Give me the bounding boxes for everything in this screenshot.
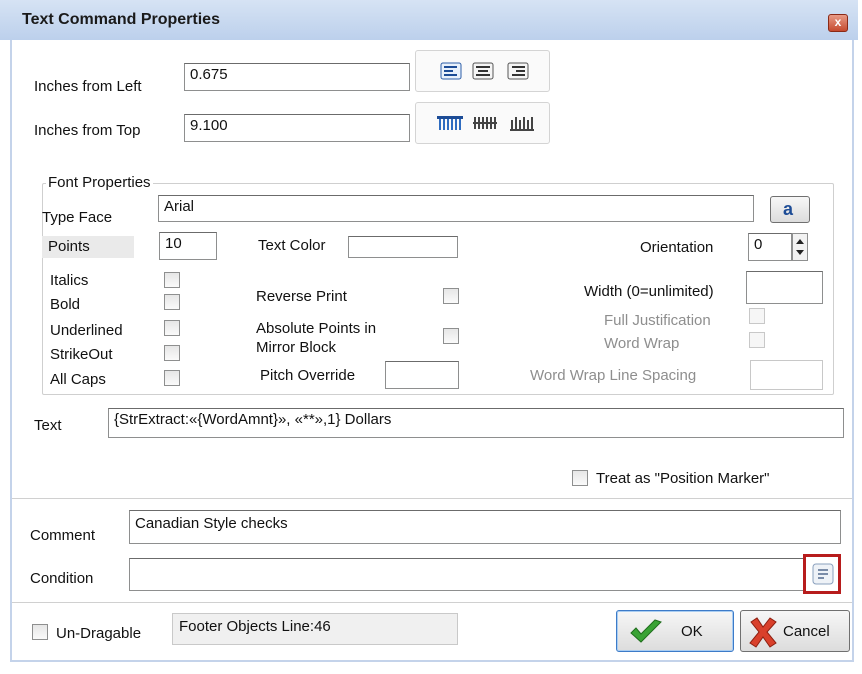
orientation-input[interactable]: 0 bbox=[748, 233, 792, 261]
underlined-label: Underlined bbox=[50, 322, 123, 339]
position-marker-checkbox[interactable] bbox=[572, 470, 588, 486]
inches-left-input[interactable]: 0.675 bbox=[184, 63, 410, 91]
ok-button[interactable]: OK bbox=[616, 610, 734, 652]
pitch-override-input[interactable] bbox=[385, 361, 459, 389]
align-left-icon[interactable] bbox=[440, 62, 462, 80]
cancel-x-icon bbox=[747, 616, 779, 652]
absolute-points-checkbox[interactable] bbox=[443, 328, 459, 344]
width-input[interactable] bbox=[746, 271, 823, 304]
comment-input[interactable]: Canadian Style checks bbox=[129, 510, 841, 544]
inches-top-input[interactable]: 9.100 bbox=[184, 114, 410, 142]
separator bbox=[12, 498, 852, 499]
status-panel: Footer Objects Line:46 bbox=[172, 613, 458, 645]
status-text: Footer Objects Line:46 bbox=[179, 618, 331, 635]
position-marker-label: Treat as "Position Marker" bbox=[596, 470, 770, 487]
vertical-align-group bbox=[415, 102, 550, 144]
orientation-spinner[interactable] bbox=[792, 233, 808, 261]
italics-label: Italics bbox=[50, 272, 89, 289]
width-label: Width (0=unlimited) bbox=[584, 283, 714, 300]
align-center-icon[interactable] bbox=[472, 62, 494, 80]
condition-input[interactable] bbox=[129, 558, 805, 591]
text-label: Text bbox=[34, 417, 62, 434]
ok-label: OK bbox=[681, 623, 703, 640]
condition-label: Condition bbox=[30, 570, 94, 587]
allcaps-checkbox[interactable] bbox=[164, 370, 180, 386]
text-input[interactable]: {StrExtract:«{WordAmnt}», «**»,1} Dollar… bbox=[108, 408, 844, 438]
underlined-checkbox[interactable] bbox=[164, 320, 180, 336]
comment-label: Comment bbox=[30, 527, 96, 544]
dialog-window: Text Command Properties x Inches from Le… bbox=[0, 0, 858, 672]
window-title: Text Command Properties bbox=[22, 11, 220, 28]
inches-top-label: Inches from Top bbox=[34, 122, 141, 139]
strikeout-label: StrikeOut bbox=[50, 346, 113, 363]
condition-edit-icon bbox=[812, 563, 834, 589]
full-justification-checkbox[interactable] bbox=[749, 308, 765, 324]
cancel-label: Cancel bbox=[783, 623, 830, 640]
word-wrap-label: Word Wrap bbox=[604, 335, 680, 352]
points-label: Points bbox=[48, 238, 90, 255]
valign-middle-icon[interactable] bbox=[472, 114, 498, 132]
valign-bottom-icon[interactable] bbox=[509, 114, 535, 132]
font-picker-icon: a bbox=[783, 199, 794, 219]
cancel-button[interactable]: Cancel bbox=[740, 610, 850, 652]
text-color-swatch[interactable] bbox=[348, 236, 458, 258]
inches-left-label: Inches from Left bbox=[34, 78, 142, 95]
dialog-body: Inches from Left 0.675 Inches from Top 9… bbox=[10, 40, 854, 662]
word-wrap-spacing-label: Word Wrap Line Spacing bbox=[530, 367, 697, 384]
absolute-points-label: Absolute Points in bbox=[256, 320, 377, 337]
text-color-label: Text Color bbox=[258, 237, 326, 254]
title-bar: Text Command Properties x bbox=[0, 0, 858, 40]
undragable-label: Un-Dragable bbox=[56, 625, 142, 642]
points-input[interactable]: 10 bbox=[159, 232, 217, 260]
close-button[interactable]: x bbox=[828, 14, 848, 32]
undragable-checkbox[interactable] bbox=[32, 624, 48, 640]
condition-edit-button[interactable] bbox=[803, 554, 841, 594]
bold-checkbox[interactable] bbox=[164, 294, 180, 310]
horizontal-align-group bbox=[415, 50, 550, 92]
full-justification-label: Full Justification bbox=[604, 312, 711, 329]
close-icon: x bbox=[834, 15, 842, 29]
font-picker-button[interactable]: a bbox=[770, 196, 810, 223]
bold-label: Bold bbox=[50, 296, 81, 313]
checkmark-icon bbox=[629, 619, 663, 649]
italics-checkbox[interactable] bbox=[164, 272, 180, 288]
reverse-print-checkbox[interactable] bbox=[443, 288, 459, 304]
align-right-icon[interactable] bbox=[507, 62, 529, 80]
mirror-block-label: Mirror Block bbox=[256, 339, 337, 356]
footer-separator bbox=[12, 602, 852, 603]
orientation-label: Orientation bbox=[640, 239, 714, 256]
valign-top-icon[interactable] bbox=[436, 114, 464, 132]
strikeout-checkbox[interactable] bbox=[164, 345, 180, 361]
typeface-input[interactable]: Arial bbox=[158, 195, 754, 222]
font-properties-label: Font Properties bbox=[46, 174, 153, 191]
reverse-print-label: Reverse Print bbox=[256, 288, 347, 305]
pitch-override-label: Pitch Override bbox=[260, 367, 356, 384]
allcaps-label: All Caps bbox=[50, 371, 106, 388]
points-label-bg: Points bbox=[42, 236, 134, 258]
word-wrap-checkbox[interactable] bbox=[749, 332, 765, 348]
word-wrap-spacing-input[interactable] bbox=[750, 360, 823, 390]
typeface-label: Type Face bbox=[42, 209, 113, 226]
